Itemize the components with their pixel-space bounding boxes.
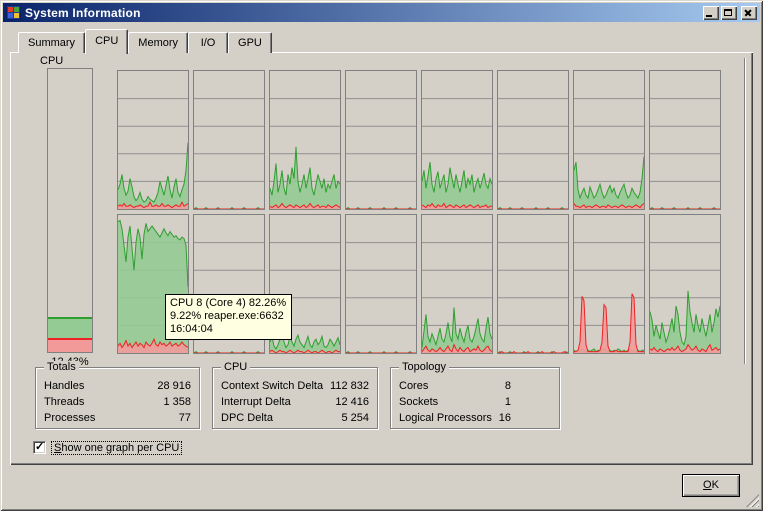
minimize-button[interactable] xyxy=(703,5,719,20)
app-icon xyxy=(6,5,21,20)
resize-grip[interactable] xyxy=(746,494,759,507)
row-logical-processors: Logical Processors 16 xyxy=(399,410,551,426)
cpu-total-kernel-fill xyxy=(48,337,92,352)
context-switch-delta-value: 112 832 xyxy=(330,380,369,392)
cpu-graph-15[interactable] xyxy=(649,214,721,354)
row-interrupt-delta: Interrupt Delta 12 416 xyxy=(221,396,369,408)
cpu-graph-tooltip: CPU 8 (Core 4) 82.26% 9.22% reaper.exe:6… xyxy=(165,294,293,340)
tab-memory[interactable]: Memory xyxy=(128,32,189,53)
cpu-deltas-groupbox: CPU Context Switch Delta 112 832 Interru… xyxy=(212,361,378,429)
cpu-graph-4[interactable] xyxy=(421,70,493,210)
checkmark-icon: ✓ xyxy=(35,441,45,453)
cpu-deltas-groupbox-title: CPU xyxy=(221,361,251,373)
totals-groupbox-title: Totals xyxy=(44,361,79,373)
cpu-graph-3[interactable] xyxy=(345,70,417,210)
threads-value: 1 358 xyxy=(163,396,191,408)
tab-cpu[interactable]: CPU xyxy=(85,29,129,54)
close-button[interactable] xyxy=(741,5,757,20)
totals-groupbox: Totals Handles 28 916 Threads 1 358 Proc… xyxy=(35,361,200,429)
row-sockets: Sockets 1 xyxy=(399,394,551,410)
graphs-right-separator xyxy=(744,58,746,364)
cpu-meter-label: CPU xyxy=(40,55,64,67)
window-controls xyxy=(703,5,757,20)
row-context-switch-delta: Context Switch Delta 112 832 xyxy=(221,380,369,392)
show-one-graph-per-cpu-checkbox[interactable]: ✓ xyxy=(33,441,46,454)
tab-strip: Summary CPU Memory I/O GPU xyxy=(18,29,272,54)
handles-value: 28 916 xyxy=(157,380,191,392)
show-one-graph-per-cpu-label: Show one graph per CPU xyxy=(50,440,183,455)
cpu-graph-1[interactable] xyxy=(193,70,265,210)
minimize-icon xyxy=(706,14,712,17)
tab-io[interactable]: I/O xyxy=(188,32,229,53)
topology-groupbox-title: Topology xyxy=(399,361,450,373)
window-title: System Information xyxy=(25,5,141,20)
tab-summary[interactable]: Summary xyxy=(18,32,86,53)
cpu-graph-2[interactable] xyxy=(269,70,341,210)
system-information-window: System Information Summary CPU Memory I/… xyxy=(0,0,763,511)
totals-row-processes: Processes 77 xyxy=(44,412,191,424)
cpu-graph-7[interactable] xyxy=(649,70,721,210)
tab-gpu[interactable]: GPU xyxy=(228,32,272,53)
ok-button[interactable]: OK xyxy=(682,474,740,497)
tooltip-cpu-line: CPU 8 (Core 4) 82.26% xyxy=(170,297,287,309)
topology-groupbox: Topology Cores 8 Sockets 1 Logical Proce… xyxy=(390,361,560,429)
cpu-graph-13[interactable] xyxy=(497,214,569,354)
maximize-button[interactable] xyxy=(721,5,737,20)
cpu-graph-6[interactable] xyxy=(573,70,645,210)
tooltip-process-line: 9.22% reaper.exe:6632 xyxy=(170,310,284,322)
logical-processors-value: 16 xyxy=(498,412,511,424)
cpu-graph-12[interactable] xyxy=(421,214,493,354)
interrupt-delta-value: 12 416 xyxy=(335,396,369,408)
cpu-graph-5[interactable] xyxy=(497,70,569,210)
show-one-graph-per-cpu-row: ✓ Show one graph per CPU xyxy=(33,440,183,455)
titlebar[interactable]: System Information xyxy=(3,3,760,22)
row-cores: Cores 8 xyxy=(399,378,551,394)
processes-value: 77 xyxy=(178,412,191,424)
cpu-total-meter[interactable] xyxy=(47,68,93,353)
cpu-graph-14[interactable] xyxy=(573,214,645,354)
cpu-graph-11[interactable] xyxy=(345,214,417,354)
cores-value: 8 xyxy=(504,380,511,392)
sockets-value: 1 xyxy=(504,396,511,408)
tooltip-time-line: 16:04:04 xyxy=(170,323,213,335)
totals-row-threads: Threads 1 358 xyxy=(44,396,191,408)
row-dpc-delta: DPC Delta 5 254 xyxy=(221,412,369,424)
maximize-icon xyxy=(724,8,732,16)
dpc-delta-value: 5 254 xyxy=(341,412,369,424)
cpu-tab-page: CPU 12.43% CPU 8 (Core 4) 82.26% 9.22% r… xyxy=(10,52,753,465)
cpu-total-user-fill xyxy=(48,316,92,338)
cpu-graph-0[interactable] xyxy=(117,70,189,210)
totals-row-handles: Handles 28 916 xyxy=(44,380,191,392)
